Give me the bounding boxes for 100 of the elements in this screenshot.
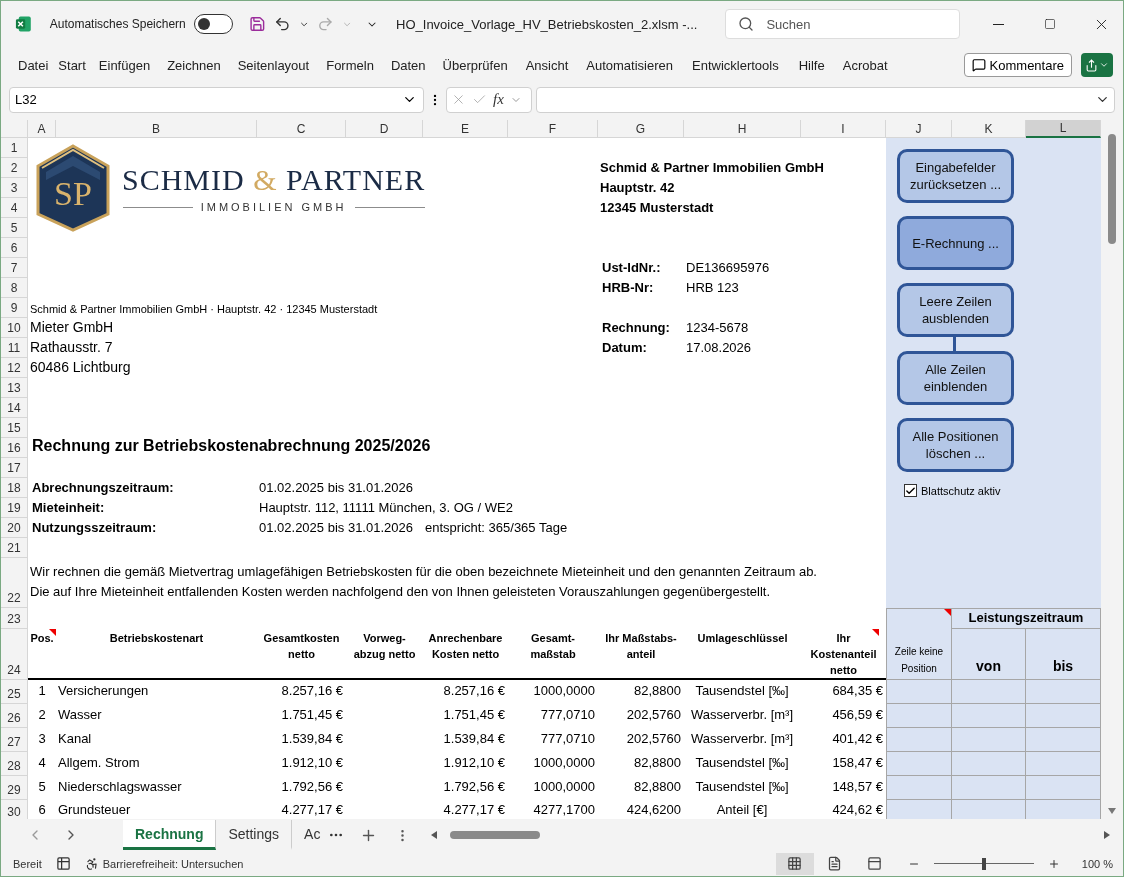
macro-button[interactable]: Leere Zeilen ausblenden [897,283,1014,338]
menu-tab[interactable]: Automatisieren [586,57,683,73]
row-header[interactable]: 18 [1,478,28,499]
menu-tab[interactable]: Datei [18,57,59,73]
row-header[interactable]: 12 [1,358,28,379]
share-button[interactable] [1081,53,1113,78]
accessibility-status[interactable]: Barrierefreiheit: Untersuchen [102,857,244,870]
table-cell-text: 4.277,17 € [280,802,344,820]
table-cell-text: 1.912,10 € [442,755,506,773]
row-header[interactable]: 29 [1,776,28,801]
zoom-in-icon[interactable] [1047,857,1060,870]
sheet-tab[interactable]: Ac [292,820,323,851]
name-box[interactable]: L32 [9,86,424,113]
menu-tab[interactable]: Acrobat [842,57,898,73]
checkbox[interactable] [904,484,917,498]
column-header[interactable]: D [346,120,423,139]
checkbox-label: Blattschutz aktiv [921,485,1001,497]
column-header[interactable]: G [598,120,684,139]
normal-view-icon[interactable] [775,852,814,875]
row-header[interactable]: 8 [1,278,28,299]
sheet-tab[interactable]: Rechnung [123,820,217,851]
column-header[interactable]: K [952,120,1026,139]
macro-button[interactable]: E-Rechnung ... [897,216,1014,271]
row-header[interactable]: 15 [1,418,28,439]
scrollbar-thumb[interactable] [450,831,541,840]
row-header[interactable]: 13 [1,378,28,399]
table-cell-text: 4 [37,755,47,773]
accessibility-icon[interactable] [84,856,99,871]
scroll-right-icon[interactable] [1103,831,1111,840]
speech-bubble-icon [971,58,986,73]
table-cell-text: Wasser [57,707,103,725]
sheet-tab[interactable]: Settings [216,820,293,851]
macro-button[interactable]: Eingabefelder zurücksetzen ... [897,149,1014,204]
row-header[interactable]: 3 [1,178,28,199]
row-header[interactable]: 1 [1,138,28,159]
row-header[interactable]: 19 [1,498,28,519]
column-header[interactable]: F [508,120,598,139]
macro-button[interactable]: Alle Positionen löschen ... [897,418,1014,473]
insert-function-button[interactable]: fx [493,91,504,109]
row-header[interactable]: 23 [1,608,28,630]
row-header[interactable]: 6 [1,238,28,259]
menu-tab[interactable]: Formeln [326,57,384,73]
table-cell-text: 82,8800 [633,755,682,773]
table-cell-text: 158,47 € [831,755,884,773]
row-header[interactable]: 16 [1,438,28,459]
autosave-toggle[interactable] [193,14,234,35]
field-value: 1234-5678 [685,319,750,337]
menu-tab[interactable]: Ansicht [525,57,579,73]
column-header[interactable]: J [886,120,952,139]
save-icon[interactable] [249,15,267,34]
column-heading: Gesamt- maßstab [529,631,577,663]
column-heading: Vorweg- abzug netto [352,631,417,663]
row-header[interactable]: 26 [1,704,28,729]
row-header[interactable]: 10 [1,318,28,339]
menu-tab[interactable]: Hilfe [798,57,835,73]
row-header[interactable]: 21 [1,538,28,559]
menu-tab[interactable]: Seitenlayout [237,57,320,73]
column-header[interactable]: E [423,120,508,139]
row-header[interactable]: 27 [1,728,28,753]
column-header[interactable]: I [801,120,886,139]
menu-tab[interactable]: Zeichnen [167,57,231,73]
formula-input[interactable] [536,86,1115,113]
search-field[interactable]: Suchen [725,9,961,40]
select-all-corner[interactable] [1,120,28,139]
row-header[interactable]: 25 [1,680,28,705]
menu-tab[interactable]: Überprüfen [442,57,518,73]
row-header[interactable]: 9 [1,298,28,319]
row-header[interactable]: 2 [1,158,28,179]
zoom-level: 100 % [1081,857,1113,870]
scrollbar-thumb[interactable] [1108,134,1116,245]
slider-thumb[interactable] [981,857,986,870]
menu-tab[interactable]: Entwicklertools [692,57,789,73]
table-cell-text: 4277,1700 [532,802,596,820]
table-cell-text: 684,35 € [831,683,884,701]
column-header[interactable]: L [1026,120,1101,139]
row-header[interactable]: 24 [1,629,28,681]
row-header[interactable]: 14 [1,398,28,419]
row-header[interactable]: 4 [1,198,28,219]
field-label: Abrechnungszeitraum: [31,479,175,497]
row-header[interactable]: 22 [1,558,28,609]
column-header[interactable]: A [28,120,56,139]
column-header[interactable]: H [684,120,801,139]
row-header[interactable]: 5 [1,218,28,239]
column-header[interactable]: C [257,120,346,139]
menu-tab[interactable]: Start [58,57,96,73]
column-header[interactable]: B [56,120,257,139]
row-header[interactable]: 20 [1,518,28,539]
scroll-down-icon[interactable] [1108,807,1116,816]
row-header[interactable]: 28 [1,752,28,777]
row-header[interactable]: 17 [1,458,28,479]
row-header[interactable]: 11 [1,338,28,359]
row-header[interactable]: 7 [1,258,28,279]
comments-button[interactable]: Kommentare [963,53,1072,78]
row-header[interactable]: 30 [1,800,28,820]
menu-tab[interactable]: Einfügen [98,57,161,73]
scroll-left-icon[interactable] [430,831,439,840]
macro-button[interactable]: Alle Zeilen einblenden [897,351,1014,406]
table-cell-text: 1.751,45 € [442,707,506,725]
menu-tab[interactable]: Daten [390,57,436,73]
share-icon [1085,58,1098,72]
